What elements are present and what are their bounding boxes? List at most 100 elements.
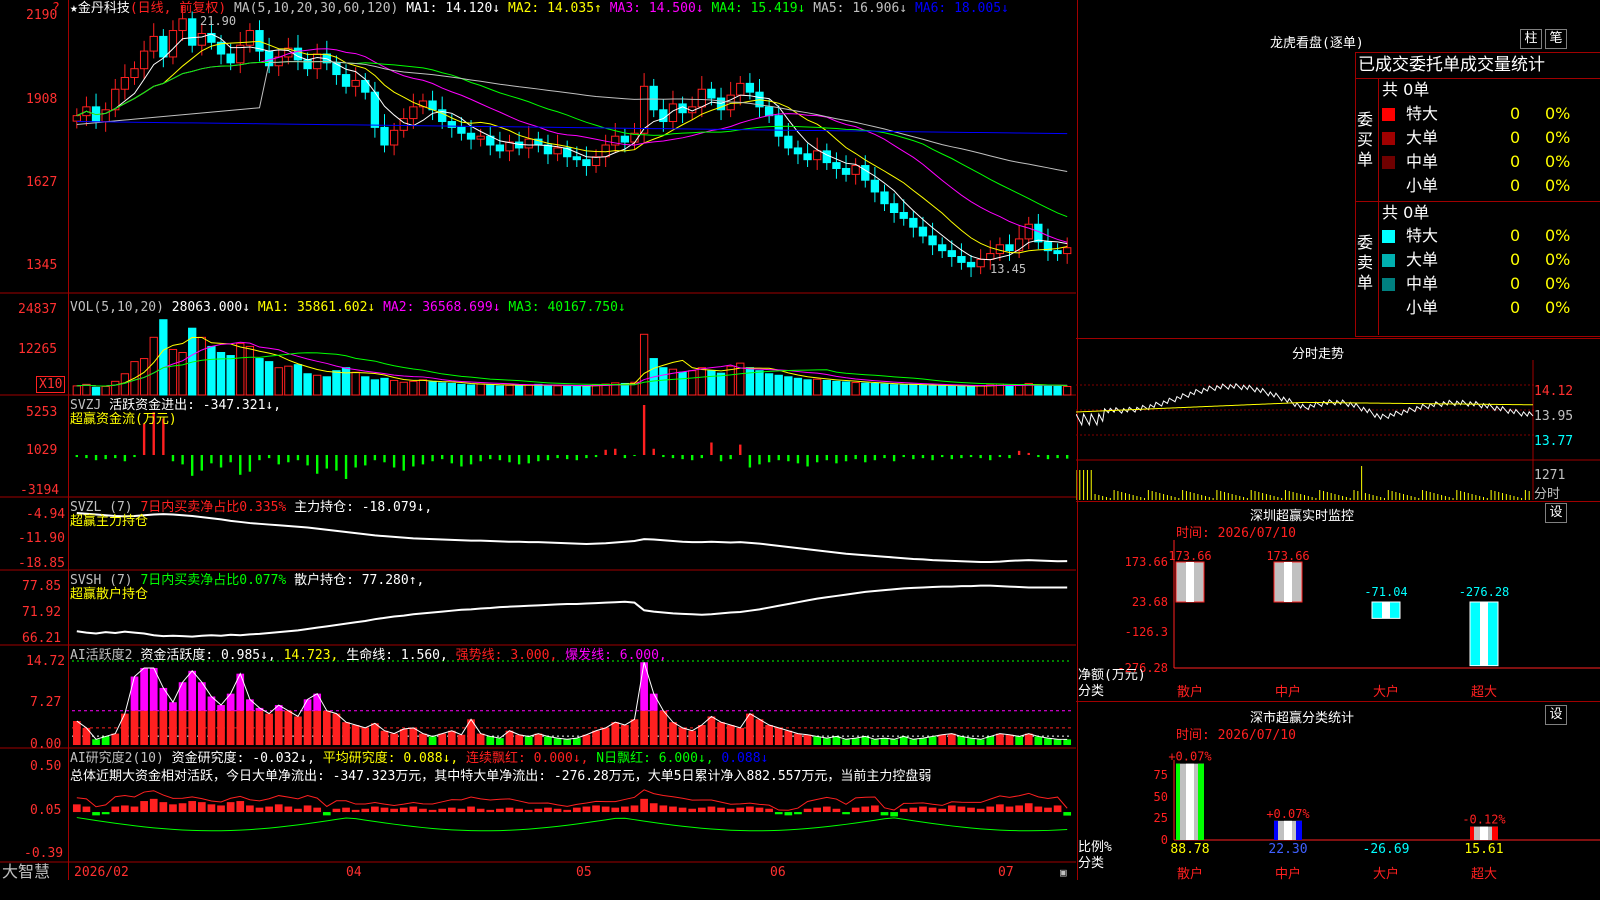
- volume-bar: [341, 367, 351, 396]
- volume-bar: [1005, 384, 1014, 396]
- volume-bar: [803, 379, 812, 396]
- activity-bar: [371, 723, 379, 745]
- candle-body: [188, 18, 197, 46]
- activity-bar: [428, 736, 437, 745]
- volume-bar: [889, 384, 899, 396]
- stats-category: 大户: [1373, 866, 1399, 882]
- stats-bar-accent: [1470, 826, 1474, 840]
- order-color-swatch: [1382, 108, 1395, 121]
- monitor-settings-button[interactable]: 设: [1545, 503, 1567, 523]
- fund-flow-bar: [710, 442, 713, 455]
- fund-flow-bar: [1008, 455, 1011, 459]
- candle-body: [620, 135, 630, 143]
- main-chart-svg[interactable]: [0, 0, 1076, 880]
- activity-bar: [380, 730, 389, 745]
- research-bar: [524, 809, 533, 813]
- svzl-desc: 7日内买卖净占比0.335%: [140, 500, 287, 515]
- fund-flow-bar: [181, 455, 184, 465]
- fund-flow-bar: [335, 455, 338, 471]
- research-bar: [409, 806, 418, 813]
- volume-bar: [1063, 385, 1072, 396]
- lock-icon[interactable]: ▣: [1060, 865, 1067, 880]
- svzj-ytick-1: 1029: [26, 443, 58, 458]
- fund-flow-bar: [104, 455, 107, 460]
- volume-bar: [851, 382, 860, 396]
- fund-flow-bar: [325, 455, 329, 469]
- fund-flow-bar: [431, 455, 434, 462]
- fund-flow-bar: [1017, 450, 1021, 455]
- monitor-ytick: 23.68: [1132, 595, 1168, 609]
- stats-bar-accent: [1492, 826, 1498, 840]
- order-type-label: 特大: [1406, 226, 1439, 245]
- xaxis-label-1: 04: [346, 865, 362, 880]
- research-bar: [178, 803, 187, 813]
- research-bar: [1063, 812, 1072, 816]
- order-type-label: 大单: [1406, 128, 1439, 147]
- activity-bar-top: [169, 702, 177, 711]
- stats-bar-highlight: [1284, 820, 1292, 840]
- candle-body: [120, 77, 130, 90]
- activity-bar: [274, 710, 283, 745]
- volume-bar: [476, 383, 485, 396]
- activity-bar: [149, 710, 158, 745]
- ai1-v4: 强势线: 3.000,: [455, 648, 558, 663]
- candle-body: [841, 167, 851, 175]
- xaxis-label-4: 07: [998, 865, 1014, 880]
- stats-bar-label: 15.61: [1464, 842, 1503, 857]
- research-bar: [255, 807, 264, 813]
- svzj-label: SVZJ: [70, 398, 102, 413]
- activity-bar: [1005, 734, 1014, 745]
- order-percent: 0%: [1545, 128, 1571, 147]
- research-bar: [640, 798, 648, 813]
- activity-bar: [707, 716, 716, 745]
- order-percent: 0%: [1545, 176, 1571, 195]
- research-bar: [861, 806, 870, 813]
- activity-bar-top: [217, 705, 225, 711]
- monitor-title: 深圳超赢实时监控: [1250, 509, 1355, 524]
- order-type-label: 中单: [1406, 274, 1439, 293]
- candle-body: [986, 253, 995, 260]
- order-type-label: 特大: [1406, 104, 1439, 123]
- low-price-label: 13.45: [990, 262, 1027, 276]
- vol-ma3: MA3: 40167.750↓: [508, 300, 626, 315]
- candle-body: [226, 53, 235, 64]
- stats-bar-highlight: [1186, 763, 1194, 840]
- research-bar: [813, 807, 822, 813]
- volume-bar: [678, 371, 687, 396]
- monitor-bar-highlight: [1480, 602, 1488, 666]
- bar-mode-button[interactable]: 柱: [1520, 29, 1542, 49]
- research-bar: [553, 808, 562, 813]
- activity-bar-top: [313, 693, 322, 711]
- activity-bar: [630, 719, 639, 745]
- fund-flow-bar: [210, 455, 213, 464]
- research-bar: [72, 804, 81, 813]
- volume-bar: [245, 345, 255, 396]
- monitor-bar-label: 173.66: [1168, 549, 1211, 563]
- candle-body: [813, 150, 822, 161]
- research-bar: [784, 812, 793, 816]
- stats-category: 中户: [1275, 866, 1301, 882]
- fund-flow-bar: [517, 455, 521, 465]
- intraday-ytick-1: 13.95: [1534, 409, 1574, 424]
- ai1-ytick-0: 14.72: [26, 654, 66, 669]
- candle-body: [649, 85, 658, 111]
- research-bar: [447, 807, 456, 813]
- activity-bar: [226, 710, 235, 745]
- candle-body: [72, 115, 81, 122]
- intraday-chart-svg[interactable]: [1076, 360, 1600, 500]
- fund-flow-bar: [296, 455, 300, 461]
- activity-bar: [246, 710, 254, 745]
- ai1-ytick-1: 7.27: [30, 695, 62, 710]
- stats-settings-button[interactable]: 设: [1545, 705, 1567, 725]
- tick-mode-button[interactable]: 笔: [1545, 29, 1567, 49]
- activity-bar: [544, 736, 552, 745]
- intraday-ytick-2: 13.77: [1534, 434, 1574, 449]
- fund-flow-bar: [796, 455, 800, 464]
- candle-body: [149, 35, 158, 52]
- intraday-vol-unit: 分时: [1534, 487, 1561, 502]
- research-bar: [505, 807, 514, 813]
- fund-flow-bar: [248, 455, 252, 472]
- activity-bar: [322, 710, 331, 745]
- activity-bar-top: [188, 670, 197, 711]
- activity-bar: [438, 733, 447, 745]
